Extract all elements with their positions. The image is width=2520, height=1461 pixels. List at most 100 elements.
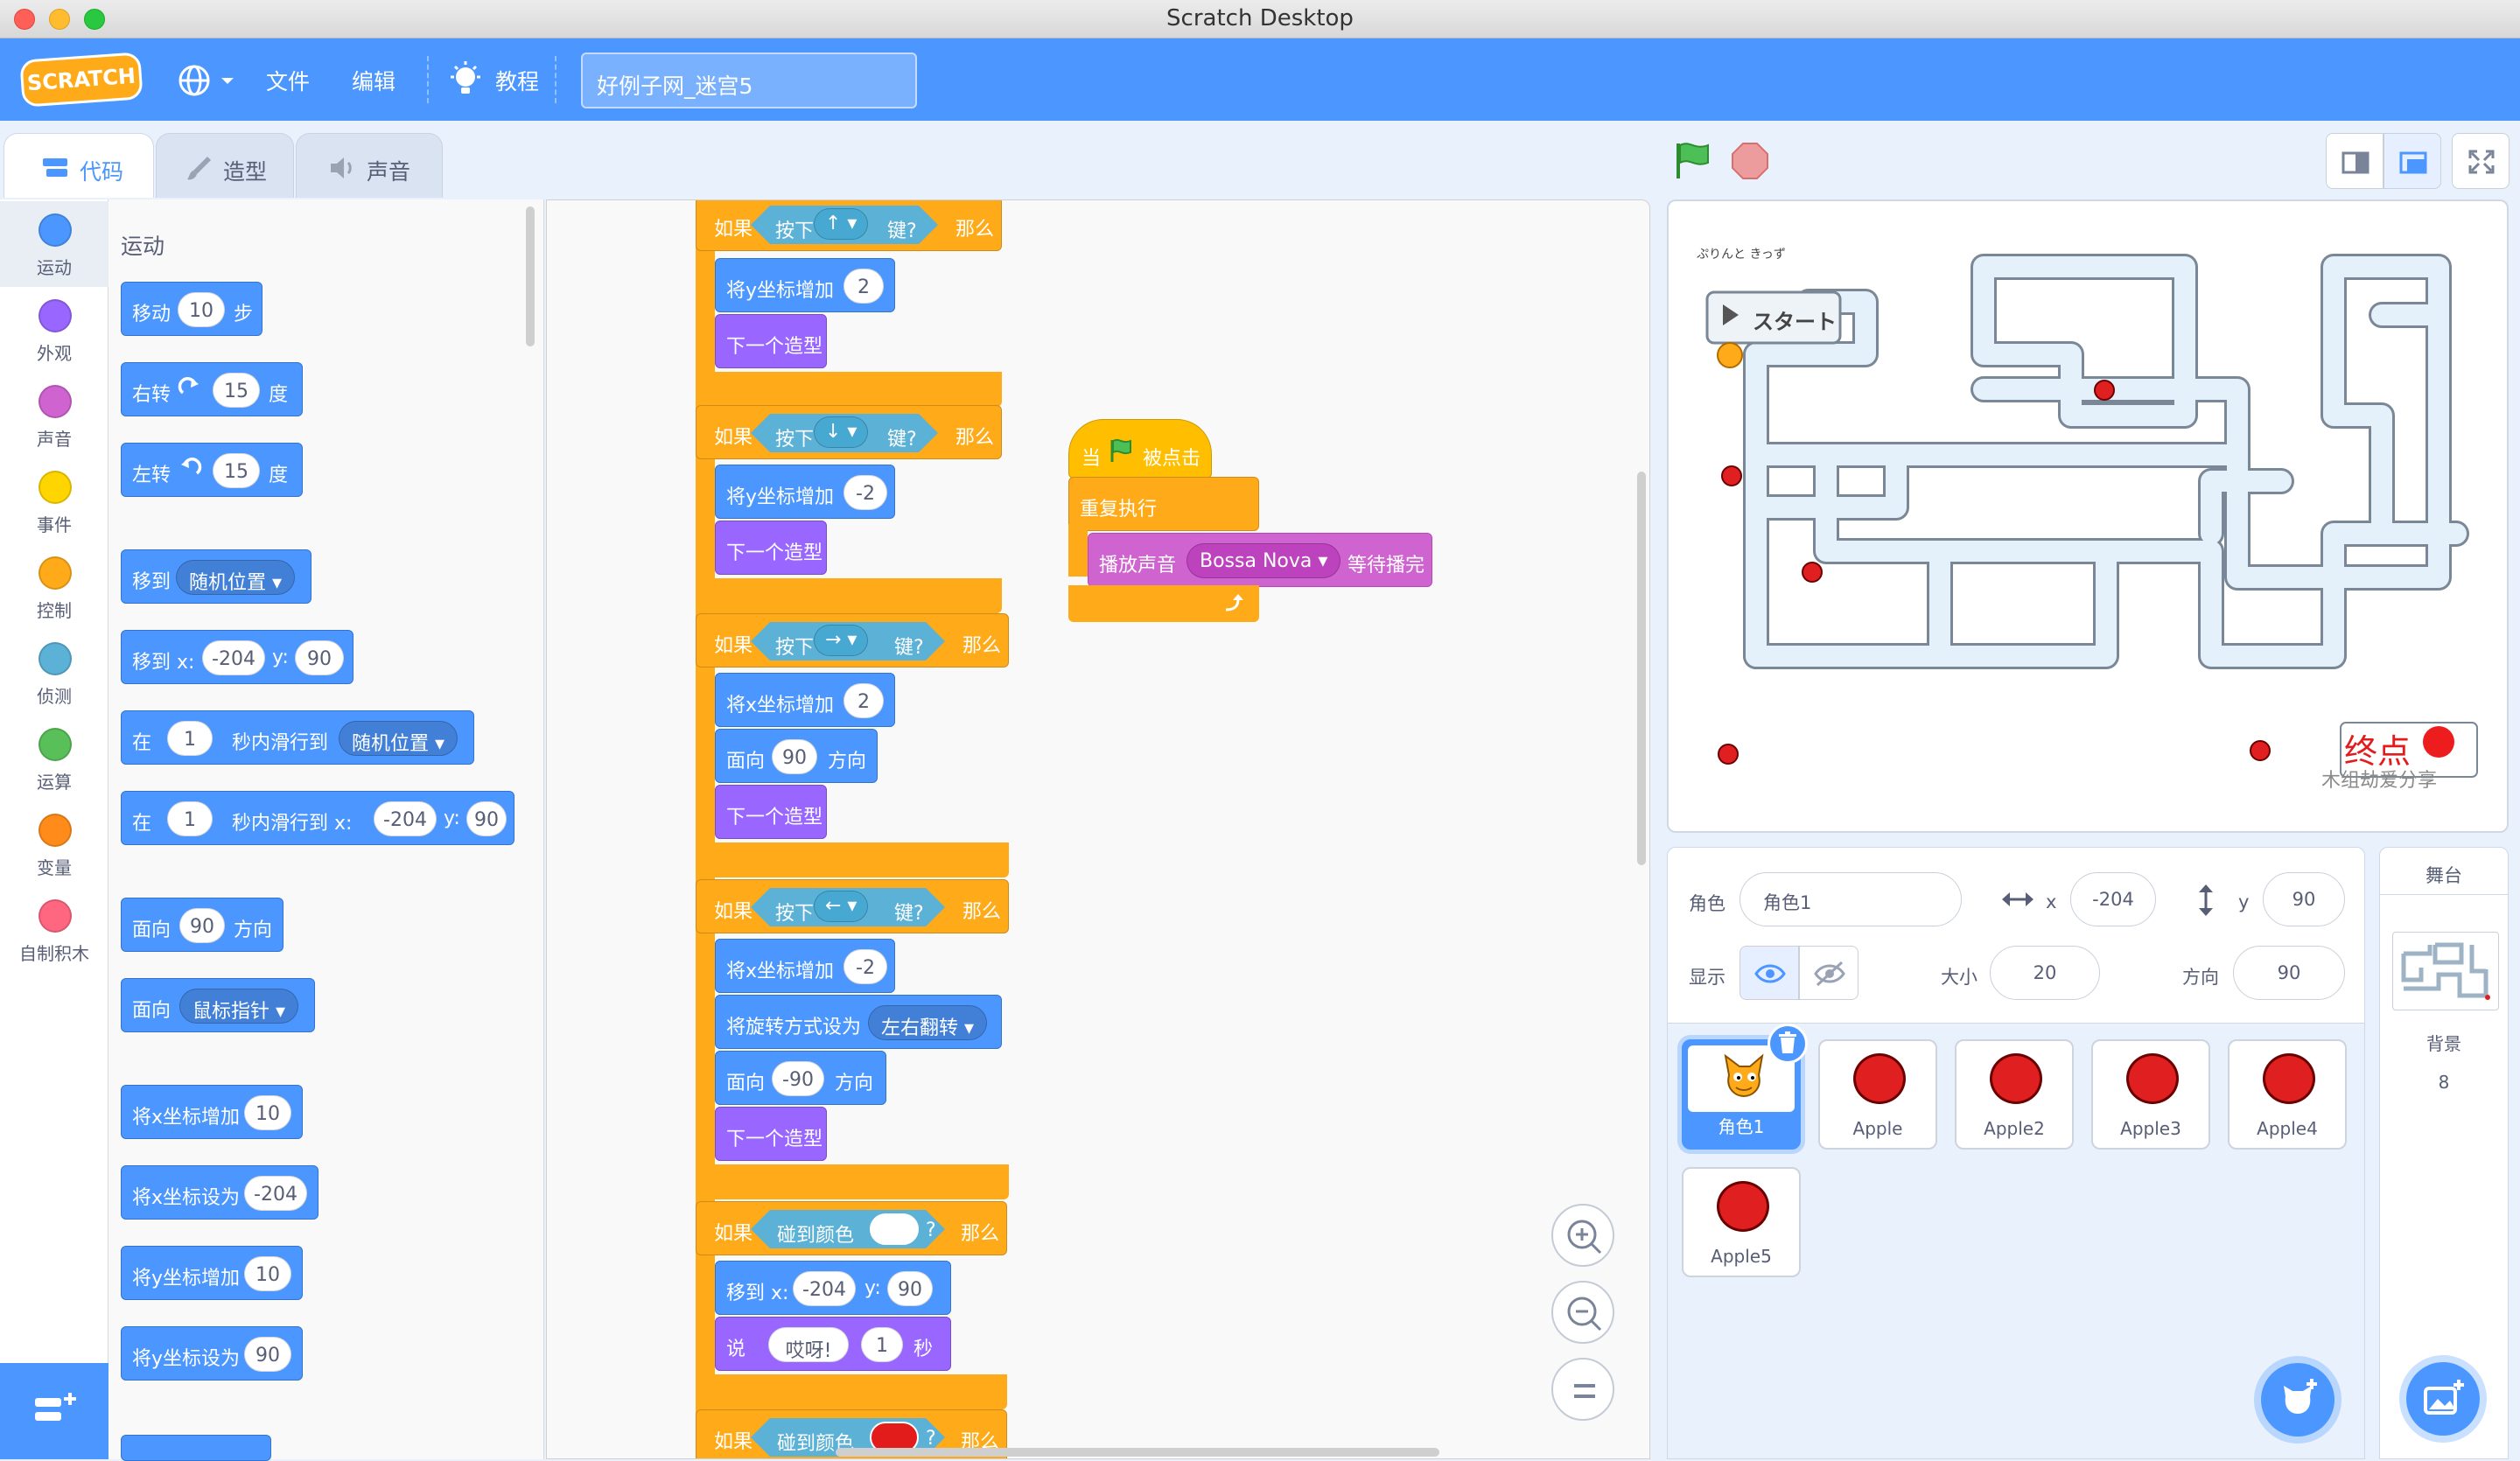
zoom-reset-button[interactable]: [1551, 1358, 1614, 1421]
palette-section-title: 运动: [121, 234, 165, 259]
workspace-v-scrollbar[interactable]: [1637, 472, 1646, 865]
if-key-right-block[interactable]: 如果 按下 → ▾ 键? 那么: [696, 613, 1009, 668]
category-events[interactable]: 事件: [0, 458, 108, 544]
sprite-thumb-2[interactable]: Apple: [1818, 1039, 1937, 1150]
sprite-info-panel: 角色 角色1 x -204 y 90 显示 大小 20 方向 90: [1667, 847, 2365, 1024]
next-costume-block[interactable]: 下一个造型: [715, 521, 827, 575]
choose-backdrop-button[interactable]: [2406, 1362, 2480, 1436]
green-flag-icon[interactable]: [1671, 140, 1713, 182]
sprite-list: 角色1 Apple Apple2 Apple3 Apple4 Apple5: [1667, 1024, 2365, 1459]
set-rotation-style-block[interactable]: 将旋转方式设为 左右翻转 ▾: [715, 995, 1002, 1049]
forever-block[interactable]: 重复执行: [1068, 477, 1259, 531]
x-label: x: [2046, 891, 2057, 912]
block-turn-left[interactable]: 左转 15 度: [121, 443, 303, 497]
stage-selector-panel[interactable]: 舞台 背景 8: [2379, 847, 2509, 1459]
tab-costumes[interactable]: 造型: [156, 133, 294, 198]
palette-scrollbar[interactable]: [526, 206, 535, 346]
block-go-to[interactable]: 移到 随机位置 ▾: [121, 549, 312, 604]
block-point-towards[interactable]: 面向 鼠标指针 ▾: [121, 978, 315, 1032]
sprite-thumb-3[interactable]: Apple2: [1955, 1039, 2074, 1150]
block-partial[interactable]: [121, 1435, 271, 1461]
block-go-to-xy[interactable]: 移到 x: -204 y: 90: [121, 630, 354, 684]
category-control[interactable]: 控制: [0, 544, 108, 630]
tab-sounds[interactable]: 声音: [296, 133, 443, 198]
sprite-name-input[interactable]: 角色1: [1740, 872, 1962, 926]
project-title-input[interactable]: 好例子网_迷宫5: [581, 52, 917, 108]
say-for-secs-block[interactable]: 说哎呀! 1 秒: [715, 1317, 951, 1371]
category-motion[interactable]: 运动: [0, 201, 108, 287]
sprite-thumb-5[interactable]: Apple4: [2228, 1039, 2347, 1150]
block-change-y[interactable]: 将y坐标增加 10: [121, 1246, 303, 1300]
change-x-block[interactable]: 将x坐标增加 2: [715, 673, 895, 727]
stage-canvas[interactable]: ぷりんと きっず スタート 终点 木组劫爱分享: [1667, 199, 2509, 833]
backdrop-thumbnail[interactable]: [2392, 932, 2499, 1010]
category-variables[interactable]: 变量: [0, 801, 108, 887]
sprite-size-input[interactable]: 20: [1990, 946, 2100, 1000]
edit-menu[interactable]: 编辑: [352, 65, 396, 96]
block-glide-to[interactable]: 在 1 秒内滑行到 随机位置 ▾: [121, 710, 474, 765]
large-stage-button[interactable]: [2384, 133, 2441, 189]
zoom-in-button[interactable]: [1551, 1204, 1614, 1267]
sprite-x-input[interactable]: -204: [2070, 872, 2156, 926]
sprite-thumb-6[interactable]: Apple5: [1682, 1167, 1801, 1277]
next-costume-block[interactable]: 下一个造型: [715, 1107, 827, 1161]
change-y-block[interactable]: 将y坐标增加 -2: [715, 465, 895, 519]
small-stage-button[interactable]: [2326, 133, 2384, 189]
if-key-up-block[interactable]: 如果 按下 ↑ ▾ 键? 那么: [696, 200, 1002, 251]
change-y-block[interactable]: 将y坐标增加 2: [715, 258, 895, 312]
if-block-foot: [696, 842, 1009, 877]
menu-divider: [427, 56, 429, 103]
category-sensing[interactable]: 侦测: [0, 630, 108, 716]
workspace-h-scrollbar[interactable]: [836, 1448, 1439, 1457]
if-touching-color-block[interactable]: 如果 碰到颜色? 那么: [696, 1201, 1007, 1255]
code-workspace[interactable]: 如果 按下 ↑ ▾ 键? 那么 将y坐标增加 2 下一个造型 如果 按下 ↓ ▾ 键? 那么 将y…: [546, 199, 1650, 1459]
block-set-x[interactable]: 将x坐标设为 -204: [121, 1165, 318, 1220]
tab-code[interactable]: 代码: [4, 133, 154, 198]
block-set-y[interactable]: 将y坐标设为 90: [121, 1326, 303, 1381]
backdrops-label: 背景: [2426, 1033, 2461, 1054]
stop-icon[interactable]: [1729, 140, 1771, 182]
sprite-thumb-4[interactable]: Apple3: [2091, 1039, 2210, 1150]
zoom-out-button[interactable]: [1551, 1281, 1614, 1344]
motion-category-icon: [38, 213, 72, 247]
category-operators[interactable]: 运算: [0, 716, 108, 801]
apple-sprite-icon: [2126, 1053, 2179, 1104]
block-change-x[interactable]: 将x坐标增加 10: [121, 1085, 303, 1139]
change-x-block[interactable]: 将x坐标增加 -2: [715, 939, 895, 993]
scratch-logo[interactable]: SCRATCH: [19, 52, 144, 108]
point-direction-block[interactable]: 面向 -90 方向: [715, 1051, 886, 1105]
category-my-blocks[interactable]: 自制积木: [0, 887, 108, 973]
sprite-y-input[interactable]: 90: [2263, 872, 2345, 926]
when-flag-clicked-block[interactable]: 当被点击: [1068, 419, 1212, 479]
extension-icon: [35, 1393, 76, 1421]
lightbulb-icon: [451, 61, 480, 94]
tab-code-label: 代码: [80, 159, 124, 185]
show-sprite-button[interactable]: [1740, 946, 1799, 1000]
menu-divider: [555, 56, 556, 103]
block-turn-right[interactable]: 右转 15 度: [121, 362, 303, 416]
category-sound[interactable]: 声音: [0, 373, 108, 458]
fullscreen-button[interactable]: [2452, 133, 2510, 189]
file-menu[interactable]: 文件: [266, 65, 310, 96]
color-swatch-white[interactable]: [870, 1213, 919, 1245]
next-costume-block[interactable]: 下一个造型: [715, 314, 827, 368]
if-key-down-block[interactable]: 如果 按下 ↓ ▾ 键? 那么: [696, 405, 1002, 459]
if-key-left-block[interactable]: 如果 按下 ← ▾ 键? 那么: [696, 879, 1009, 933]
hide-sprite-button[interactable]: [1799, 946, 1858, 1000]
add-extension-button[interactable]: [0, 1363, 108, 1459]
block-glide-to-xy[interactable]: 在 1 秒内滑行到 x: -204 y: 90: [121, 791, 514, 845]
block-point-in-direction[interactable]: 面向 90 方向: [121, 898, 284, 952]
play-sound-until-done-block[interactable]: 播放声音 Bossa Nova ▾ 等待播完: [1088, 533, 1432, 587]
point-direction-block[interactable]: 面向 90 方向: [715, 729, 878, 783]
delete-sprite-button[interactable]: [1768, 1024, 1808, 1064]
go-to-xy-block[interactable]: 移到 x: -204 y: 90: [715, 1261, 951, 1315]
next-costume-block[interactable]: 下一个造型: [715, 785, 827, 839]
choose-sprite-button[interactable]: [2261, 1363, 2334, 1437]
loop-arrow-icon: [1225, 594, 1243, 612]
chevron-down-icon: [221, 78, 234, 84]
block-move-steps[interactable]: 移动 10 步: [121, 282, 262, 336]
sprite-direction-input[interactable]: 90: [2233, 946, 2345, 1000]
language-menu[interactable]: [177, 63, 238, 98]
category-looks[interactable]: 外观: [0, 287, 108, 373]
tutorials-button[interactable]: 教程: [495, 65, 539, 96]
